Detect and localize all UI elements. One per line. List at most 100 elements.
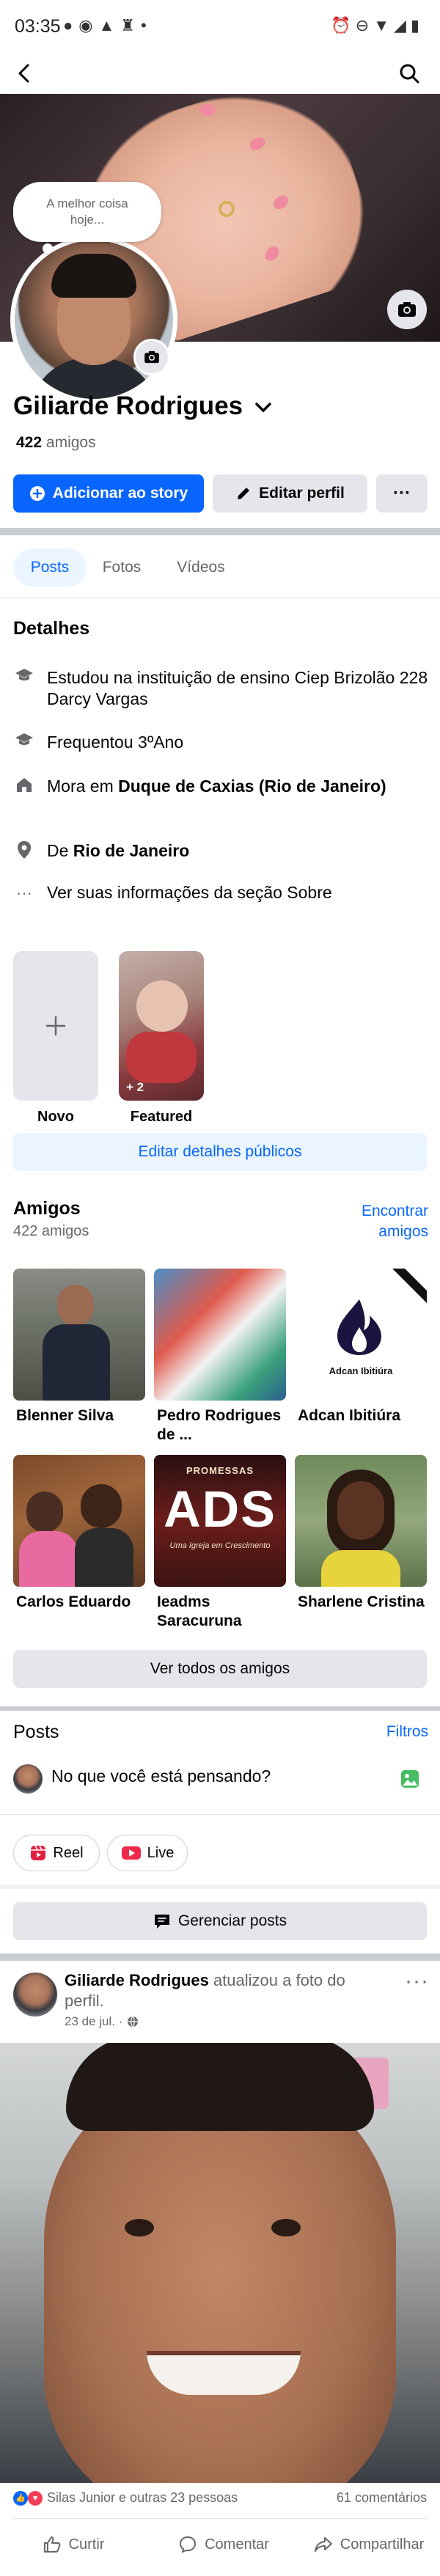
manage-posts-button[interactable]: Gerenciar posts (13, 1902, 427, 1940)
minus-circle-icon: ⊖ (355, 16, 374, 34)
new-label: Novo (37, 1109, 74, 1125)
notification-icons: ●◉▲♜• (63, 16, 153, 35)
thumbs-up-icon (43, 2536, 60, 2553)
tab-videos[interactable]: Vídeos (160, 548, 242, 587)
pencil-icon (238, 488, 250, 499)
live-icon (121, 1846, 141, 1860)
friend-name[interactable]: Carlos Eduardo (16, 1593, 148, 1612)
home-icon (13, 776, 35, 799)
find-friends-link[interactable]: Encontrar amigos (333, 1201, 428, 1242)
friend-name[interactable]: Sharlene Cristina (298, 1593, 430, 1612)
arrow-left-icon[interactable] (13, 62, 37, 85)
graduation-cap-icon (13, 732, 35, 753)
system-icons: ⏰⊖▼◢▮ (331, 16, 424, 35)
alarm-icon: ⏰ (331, 16, 356, 34)
signal-icon: ◢ (393, 16, 411, 34)
edit-public-details-button[interactable]: Editar detalhes públicos (13, 1133, 427, 1171)
detail-education-level[interactable]: Frequentou 3ºAno (13, 732, 431, 753)
friend-photo-ieadms[interactable]: PROMESSAS ADS Uma Igreja em Crescimento (154, 1455, 286, 1587)
filters-link[interactable]: Filtros (386, 1723, 428, 1741)
profile-name[interactable]: Giliarde Rodrigues (13, 392, 272, 421)
like-button[interactable]: Curtir (29, 2525, 117, 2564)
friends-count[interactable]: 422 amigos (16, 434, 96, 452)
camera-icon[interactable] (133, 339, 170, 375)
comment-button[interactable]: Comentar (165, 2525, 282, 2564)
location-pin-icon (13, 840, 35, 865)
friend-photo-sharlene[interactable] (295, 1455, 427, 1587)
search-icon[interactable] (397, 62, 421, 85)
post-author-avatar[interactable] (13, 1973, 57, 2017)
friend-name[interactable]: Adcan Ibitiúra (298, 1406, 430, 1425)
comment-icon (180, 2536, 197, 2553)
note-bubble-tail (43, 243, 53, 254)
divider (0, 1706, 440, 1711)
adcan-logo-text: Adcan Ibitiúra (329, 1365, 393, 1376)
graduation-cap-icon: ▲ (98, 16, 121, 34)
divider (0, 1953, 440, 1961)
composer-input[interactable]: No que você está pensando? (51, 1766, 271, 1786)
see-all-friends-button[interactable]: Ver todos os amigos (13, 1650, 427, 1688)
plus-circle-icon (29, 486, 45, 501)
wifi-icon: ▼ (373, 16, 394, 34)
photo-icon[interactable] (400, 1769, 419, 1788)
friends-subtitle: 422 amigos (13, 1223, 89, 1239)
ellipsis-icon: ··· (16, 884, 32, 902)
speech-bubble-icon (154, 1915, 169, 1929)
globe-icon (128, 2016, 139, 2028)
friend-photo-carlos[interactable] (13, 1455, 145, 1587)
camera-icon[interactable] (387, 290, 427, 329)
featured-collection[interactable]: + 2 (119, 951, 204, 1101)
post-author-name[interactable]: Giliarde Rodrigues (65, 1971, 209, 1989)
share-button[interactable]: Compartilhar (302, 2525, 436, 2564)
featured-count: + 2 (126, 1080, 144, 1094)
post-options-icon[interactable]: ··· (405, 1970, 429, 1992)
featured-label: Featured (130, 1109, 193, 1125)
avatar[interactable] (13, 1764, 43, 1794)
chevron-down-icon[interactable] (254, 402, 272, 414)
love-reaction-icon: ♥ (28, 2490, 43, 2506)
detail-education[interactable]: Estudou na instituição de ensino Ciep Br… (13, 667, 431, 710)
share-icon (314, 2537, 332, 2552)
comments-count[interactable]: 61 comentários (337, 2490, 427, 2506)
tab-posts[interactable]: Posts (13, 548, 87, 587)
new-featured-button[interactable] (13, 951, 98, 1101)
detail-see-about[interactable]: ··· Ver suas informações da seção Sobre (13, 882, 431, 903)
friend-name[interactable]: Pedro Rodrigues de ... (157, 1406, 289, 1445)
like-reaction-icon: 👍 (13, 2490, 28, 2506)
battery-icon: ▮ (410, 16, 424, 34)
reactions-summary[interactable]: 👍 ♥ Silas Junior e outras 23 pessoas (13, 2490, 238, 2506)
friend-photo-blenner[interactable] (13, 1269, 145, 1401)
friend-photo-adcan[interactable]: Adcan Ibitiúra (295, 1269, 427, 1401)
flame-logo-icon (337, 1299, 381, 1355)
status-bar: 03:35 ●◉▲♜• ⏰⊖▼◢▮ (0, 0, 440, 53)
friend-name[interactable]: Blenner Silva (16, 1406, 148, 1425)
divider (0, 528, 440, 535)
whatsapp-icon: ◉ (78, 16, 99, 34)
post-header: Giliarde Rodrigues atualizou a foto do p… (65, 1971, 345, 2010)
tab-fotos[interactable]: Fotos (92, 548, 151, 587)
graduation-cap-icon (13, 667, 35, 689)
reel-button[interactable]: Reel (13, 1835, 100, 1871)
note-bubble[interactable]: A melhor coisa hoje... (13, 182, 161, 242)
friend-name[interactable]: Ieadms Saracuruna (157, 1593, 289, 1631)
post-date[interactable]: 23 de jul. · (65, 2014, 122, 2029)
top-bar (0, 53, 440, 94)
reel-icon (31, 1845, 46, 1860)
dot-icon: • (141, 16, 153, 34)
post-photo[interactable] (0, 2043, 440, 2483)
detail-from[interactable]: De Rio de Janeiro (13, 840, 431, 865)
more-options-button[interactable]: ··· (376, 474, 428, 513)
add-to-story-button[interactable]: Adicionar ao story (13, 474, 204, 513)
status-time: 03:35 (15, 16, 61, 37)
mourning-ribbon (391, 1269, 427, 1310)
figure-icon: ♜ (120, 16, 142, 34)
edit-profile-button[interactable]: Editar perfil (213, 474, 367, 513)
live-button[interactable]: Live (107, 1835, 188, 1871)
ads-text: ADS (164, 1480, 276, 1538)
post-meta: 23 de jul. · (65, 2014, 139, 2029)
message-bubble-icon: ● (63, 16, 79, 34)
detail-lives-in[interactable]: Mora em Duque de Caxias (Rio de Janeiro) (13, 776, 431, 799)
plus-icon (45, 1016, 66, 1036)
friend-photo-pedro[interactable] (154, 1269, 286, 1401)
ads-slogan-text: Uma Igreja em Crescimento (169, 1541, 271, 1550)
